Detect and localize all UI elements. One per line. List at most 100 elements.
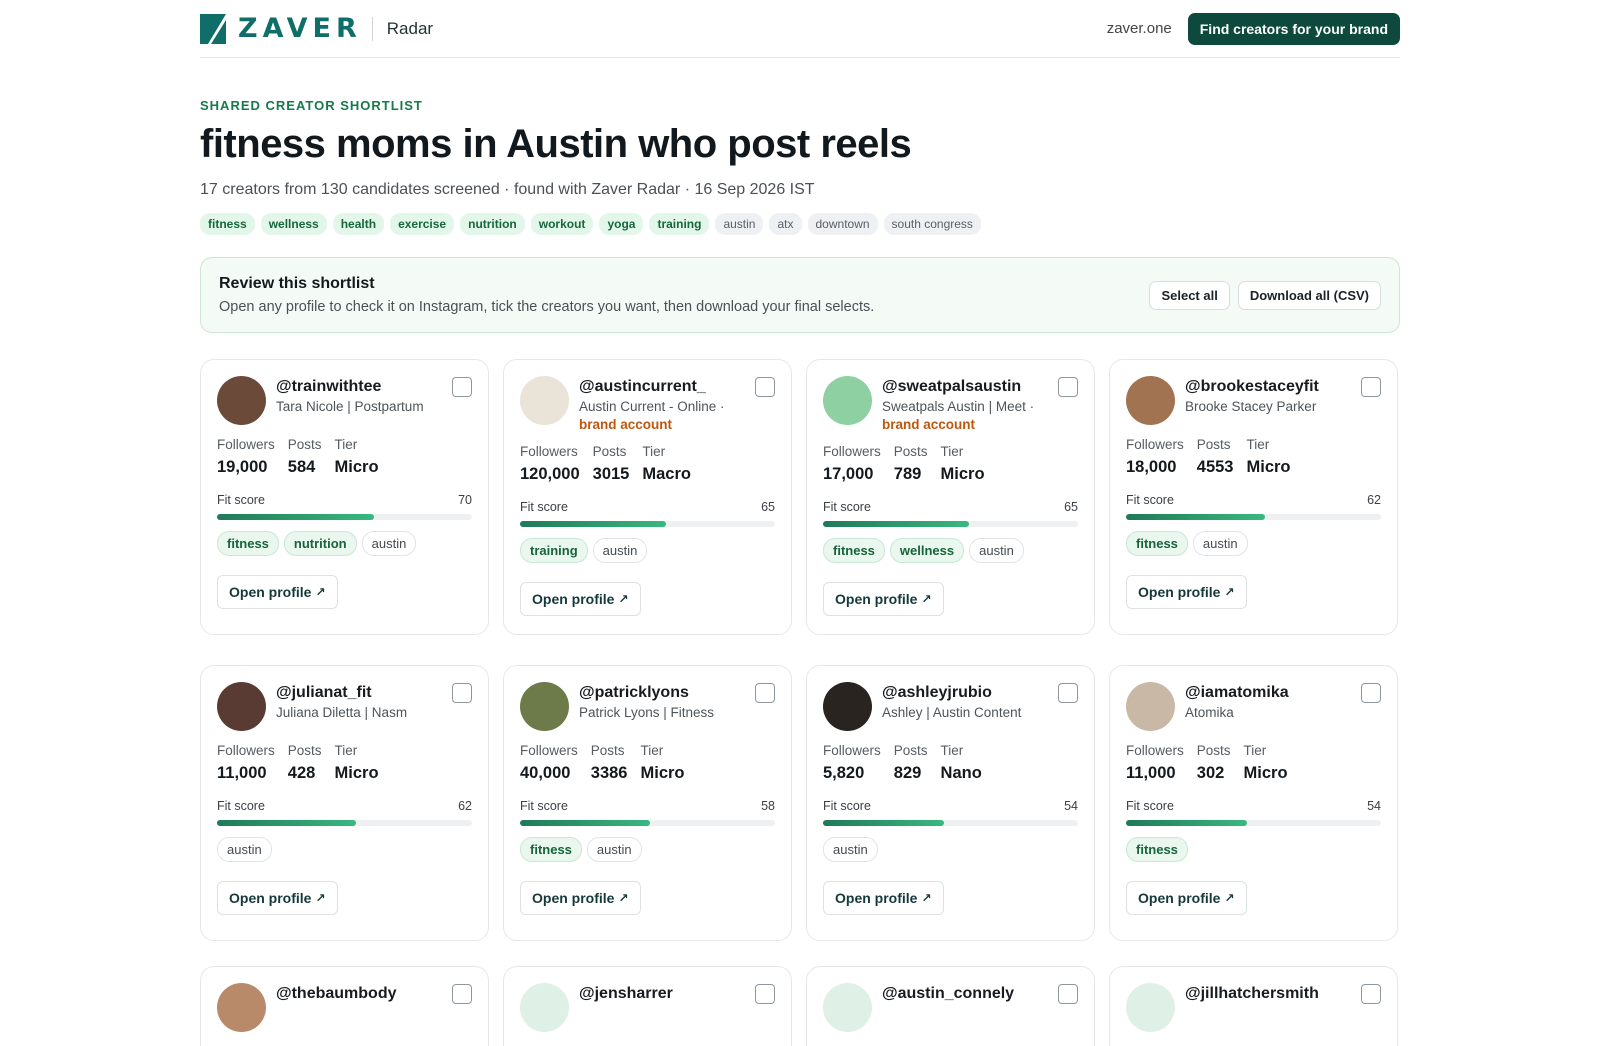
stat-posts: Posts 428 [288,743,322,783]
creator-card: @jensharrer [503,966,792,1046]
external-arrow-icon: ↗ [921,891,932,905]
card-header: @trainwithtee Tara Nicole | Postpartum [217,376,472,425]
stat-value: 3386 [590,764,628,782]
open-profile-button[interactable]: Open profile ↗ [823,582,944,616]
open-profile-button[interactable]: Open profile ↗ [823,881,944,915]
open-profile-button[interactable]: Open profile ↗ [217,575,338,609]
brand[interactable]: ZAVER Radar [200,13,433,44]
select-checkbox[interactable] [755,984,775,1004]
creator-tag: austin [361,531,417,556]
open-profile-button[interactable]: Open profile ↗ [1126,881,1247,915]
keyword-tag[interactable]: south congress [883,213,981,235]
page-subtitle: 17 creators from 130 candidates screened… [200,181,815,198]
stat-value: Macro [642,465,691,483]
keyword-tag[interactable]: wellness [260,213,327,235]
stat-value: 4553 [1196,458,1234,476]
stat-tier: Tier Micro [335,743,379,783]
creator-tag: austin [823,837,878,862]
page: ZAVER Radar zaver.one Find creators for … [200,0,1400,941]
creator-handle[interactable]: @trainwithtee [276,378,446,396]
fit-score-value: 58 [761,799,775,813]
stat-tier: Tier Micro [941,444,985,484]
eyebrow-label: SHARED CREATOR SHORTLIST [200,98,423,113]
creator-handle[interactable]: @thebaumbody [276,985,446,1003]
brand-account-label: brand account [882,417,976,432]
creator-handle[interactable]: @julianat_fit [276,684,446,702]
select-checkbox[interactable] [755,683,775,703]
keyword-tag[interactable]: yoga [599,213,644,235]
select-checkbox[interactable] [452,683,472,703]
stat-value: Micro [334,458,379,476]
select-checkbox[interactable] [452,984,472,1004]
stat-label: Tier [1246,437,1270,452]
page-title: fitness moms in Austin who post reels [200,122,912,166]
brand-account-label: brand account [579,417,673,432]
creator-bio: Sweatpals Austin | Meet · [882,399,1035,414]
stat-followers: Followers 11,000 [217,743,275,783]
open-profile-button[interactable]: Open profile ↗ [520,582,641,616]
stat-value: 3015 [592,465,630,483]
creator-stats: Followers 120,000 Posts 3015 Tier Macro [520,444,775,484]
creator-handle[interactable]: @patricklyons [579,684,749,702]
creator-card: @ashleyjrubio Ashley | Austin Content Foll… [806,665,1095,941]
site-link[interactable]: zaver.one [1107,20,1172,37]
keyword-tag[interactable]: downtown [807,213,878,235]
open-profile-button[interactable]: Open profile ↗ [520,881,641,915]
card-header: @jillhatchersmith [1126,983,1381,1032]
creator-handle[interactable]: @jensharrer [579,985,749,1003]
select-checkbox[interactable] [1058,984,1078,1004]
card-header: @brookestaceyfit Brooke Stacey Parker [1126,376,1381,425]
open-profile-label: Open profile [532,890,615,906]
creator-handle[interactable]: @jillhatchersmith [1185,985,1355,1003]
creator-handle[interactable]: @austin_connely [882,985,1052,1003]
select-checkbox[interactable] [1058,377,1078,397]
creator-handle[interactable]: @ashleyjrubio [882,684,1052,702]
find-creators-button[interactable]: Find creators for your brand [1187,12,1400,45]
stat-label: Followers [217,437,275,452]
review-text: Open any profile to check it on Instagra… [219,299,875,315]
stat-label: Tier [334,437,358,452]
stat-followers: Followers 17,000 [823,444,881,484]
stat-value: 584 [287,458,316,476]
creator-handle[interactable]: @brookestaceyfit [1185,378,1355,396]
creator-handle[interactable]: @austincurrent_ [579,378,749,396]
creator-handle[interactable]: @sweatpalsaustin [882,378,1052,396]
open-profile-button[interactable]: Open profile ↗ [1126,575,1247,609]
stat-followers: Followers 19,000 [217,437,275,477]
keyword-tag[interactable]: workout [530,213,594,235]
keyword-tag[interactable]: training [649,213,710,235]
select-checkbox[interactable] [1361,683,1381,703]
select-all-button[interactable]: Select all [1149,280,1230,310]
select-checkbox[interactable] [755,377,775,397]
stat-label: Posts [1196,437,1231,452]
card-header: @iamatomika Atomika [1126,682,1381,731]
review-panel: Review this shortlist Open any profile t… [200,257,1400,333]
creator-identity: @ashleyjrubio Ashley | Austin Content [882,684,1052,720]
keyword-tag[interactable]: austin [715,213,764,235]
keyword-tag[interactable]: health [332,213,385,235]
external-arrow-icon: ↗ [1224,891,1235,905]
open-profile-label: Open profile [532,591,615,607]
stat-value: 11,000 [1126,764,1176,782]
creator-card: @trainwithtee Tara Nicole | Postpartum Fol… [200,359,489,635]
download-csv-button[interactable]: Download all (CSV) [1237,280,1381,310]
keyword-tag[interactable]: fitness [200,213,255,235]
creator-handle[interactable]: @iamatomika [1185,684,1355,702]
creator-tag: fitness [1126,837,1188,862]
stat-value: 789 [893,465,922,483]
select-checkbox[interactable] [452,377,472,397]
creator-stats: Followers 5,820 Posts 829 Tier Nano [823,743,1078,783]
select-checkbox[interactable] [1361,377,1381,397]
select-checkbox[interactable] [1058,683,1078,703]
keyword-tag[interactable]: atx [769,213,802,235]
open-profile-button[interactable]: Open profile ↗ [217,881,338,915]
fit-score-bar [1126,820,1381,826]
creator-bio: Tara Nicole | Postpartum [276,399,424,414]
external-arrow-icon: ↗ [618,592,629,606]
fit-score-label: Fit score [823,500,871,514]
keyword-tag[interactable]: exercise [390,213,455,235]
keyword-tag[interactable]: nutrition [460,213,525,235]
creator-tag: fitness [217,531,279,556]
select-checkbox[interactable] [1361,984,1381,1004]
stat-tier: Tier Micro [335,437,379,477]
